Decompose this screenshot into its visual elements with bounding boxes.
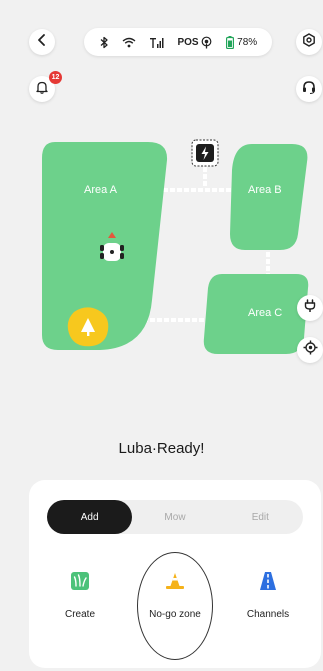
cellular-signal-icon <box>149 37 164 48</box>
nogo-zone-label: No-go zone <box>149 609 201 620</box>
nogo-zone-button[interactable]: No-go zone <box>139 572 211 620</box>
mode-tabs: Add Mow Edit <box>47 500 303 534</box>
tab-edit[interactable]: Edit <box>218 500 303 534</box>
area-b-shape[interactable] <box>230 144 308 250</box>
tab-add[interactable]: Add <box>47 500 133 534</box>
tab-add-label: Add <box>80 511 99 523</box>
settings-button[interactable] <box>296 29 322 55</box>
battery-indicator: 78% <box>226 35 258 49</box>
battery-percent: 78% <box>237 36 258 48</box>
tab-edit-label: Edit <box>251 511 269 523</box>
create-area-button[interactable]: Create <box>59 572 101 620</box>
charger-plug-icon <box>303 298 317 318</box>
back-button[interactable] <box>29 29 55 55</box>
tab-mow-label: Mow <box>164 511 186 523</box>
locate-crosshair-icon <box>303 340 318 360</box>
area-b-label: Area B <box>248 184 282 196</box>
pos-label: POS <box>177 36 199 48</box>
traffic-cone-icon <box>164 572 186 595</box>
headset-icon <box>301 79 317 100</box>
tab-mow[interactable]: Mow <box>132 500 217 534</box>
bottom-panel: Add Mow Edit Create No-go zone Channels <box>29 480 321 668</box>
chevron-left-icon <box>36 33 48 51</box>
settings-icon <box>302 32 316 52</box>
charger-button[interactable] <box>297 295 323 321</box>
wifi-icon <box>122 37 136 48</box>
nogo-zone-marker[interactable] <box>67 307 109 347</box>
notification-count-badge: 12 <box>49 71 62 84</box>
device-status-text: Luba·Ready! <box>118 440 205 457</box>
road-channel-icon <box>259 572 277 595</box>
area-c-label: Area C <box>248 307 283 319</box>
bell-icon <box>35 80 49 99</box>
create-label: Create <box>64 609 95 620</box>
status-bar: POS 78% <box>84 28 272 56</box>
bluetooth-icon <box>99 36 109 49</box>
locate-button[interactable] <box>297 337 323 363</box>
grass-area-icon <box>71 572 89 595</box>
lawn-map[interactable] <box>0 130 323 370</box>
area-a-label: Area A <box>84 184 118 196</box>
positioning-signal-icon <box>200 36 213 49</box>
channels-button[interactable]: Channels <box>243 572 293 620</box>
pos-indicator: POS <box>177 36 212 49</box>
notifications-button[interactable]: 12 <box>29 71 62 102</box>
channels-label: Channels <box>246 609 290 620</box>
charging-station-marker[interactable] <box>191 139 219 167</box>
support-button[interactable] <box>296 76 322 102</box>
battery-icon <box>226 35 235 49</box>
